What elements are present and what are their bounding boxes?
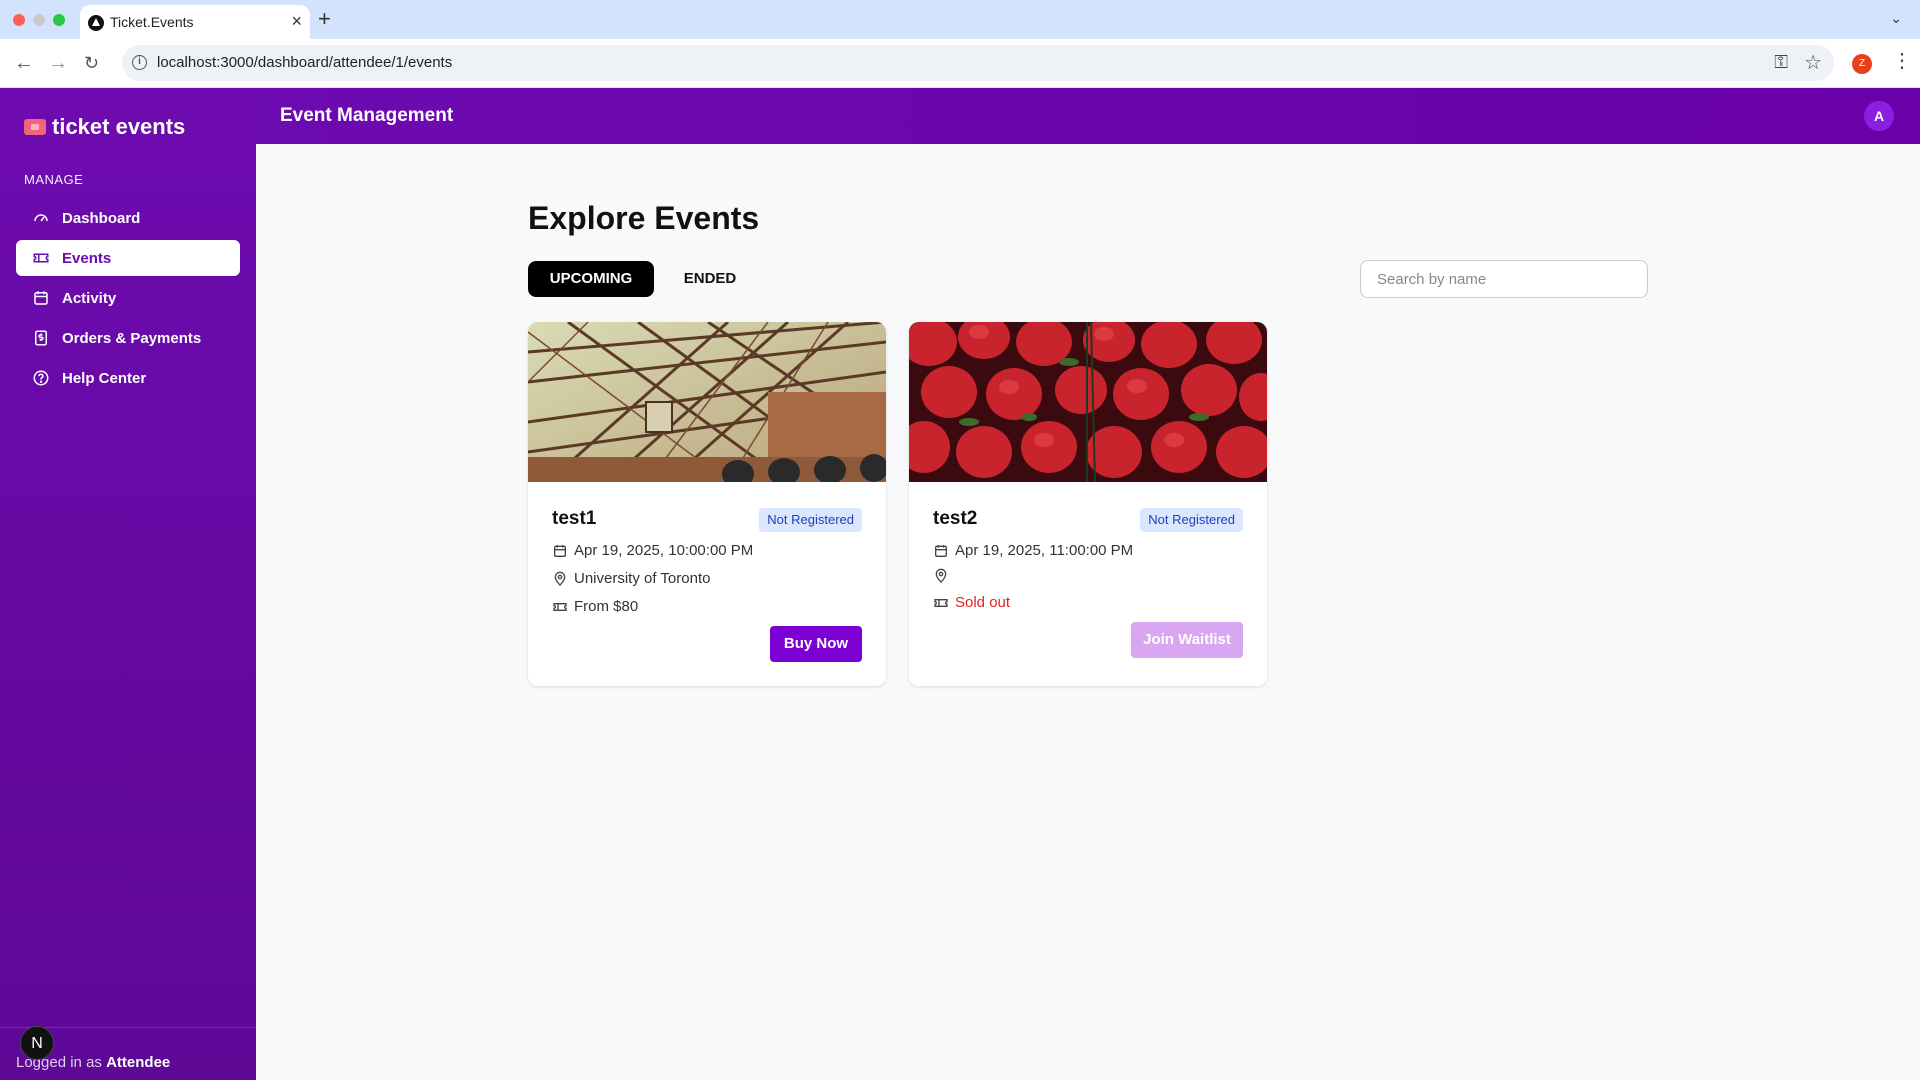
event-date-row: Apr 19, 2025, 10:00:00 PM	[552, 542, 753, 559]
section-label-manage: MANAGE	[24, 172, 84, 187]
tab-ended[interactable]: ENDED	[670, 261, 750, 297]
sidebar-item-label: Activity	[62, 289, 117, 307]
calendar-icon	[32, 289, 50, 307]
ticket-icon	[32, 249, 50, 267]
sold-out-label: Sold out	[955, 594, 1011, 611]
browser-toolbar: ← → ↻ i localhost:3000/dashboard/attende…	[0, 39, 1920, 88]
event-price: From $80	[574, 598, 639, 615]
event-image-strawberries	[909, 322, 1267, 482]
favicon-icon	[88, 15, 104, 31]
password-key-icon[interactable]: ⚿	[1774, 52, 1788, 73]
event-date: Apr 19, 2025, 11:00:00 PM	[955, 542, 1134, 559]
sidebar-item-label: Dashboard	[62, 209, 141, 227]
sidebar-item-label: Help Center	[62, 369, 147, 387]
sidebar-item-label: Events	[62, 249, 112, 267]
tab-close-icon[interactable]: ×	[291, 11, 302, 31]
logged-in-role: Attendee	[106, 1054, 171, 1071]
event-card[interactable]: test2 Not Registered Apr 19, 2025, 11:00…	[909, 322, 1267, 686]
sidebar-item-label: Orders & Payments	[62, 329, 202, 347]
app-header: Event Management A	[256, 88, 1920, 144]
event-image-steel-structure	[528, 322, 886, 482]
registration-status-badge: Not Registered	[1140, 508, 1243, 532]
map-pin-icon	[935, 568, 947, 583]
map-pin-icon	[554, 571, 566, 586]
brand-logo[interactable]: ticket events	[24, 114, 185, 140]
back-arrow-icon[interactable]: ←	[14, 51, 34, 75]
forward-arrow-icon[interactable]: →	[48, 51, 68, 75]
ticket-icon	[553, 602, 567, 611]
user-avatar[interactable]: A	[1864, 101, 1894, 131]
address-bar[interactable]: i localhost:3000/dashboard/attendee/1/ev…	[122, 45, 1834, 81]
site-info-icon[interactable]: i	[132, 55, 147, 70]
event-date: Apr 19, 2025, 10:00:00 PM	[574, 542, 754, 559]
event-location-row: University of Toronto	[552, 570, 710, 587]
event-title: test1	[552, 508, 597, 529]
page-title: Explore Events	[528, 200, 760, 236]
event-date-row: Apr 19, 2025, 11:00:00 PM	[933, 542, 1133, 559]
sidebar: ticket events MANAGE Dashboard Events Ac…	[0, 88, 256, 1080]
ticket-icon	[934, 598, 948, 607]
header-title: Event Management	[280, 105, 454, 126]
event-price-row: From $80	[552, 598, 638, 615]
profile-avatar[interactable]: Z	[1852, 54, 1872, 74]
dev-tools-badge[interactable]: N	[20, 1026, 54, 1060]
registration-status-badge: Not Registered	[759, 508, 862, 532]
event-card[interactable]: test1 Not Registered Apr 19, 2025, 10:00…	[528, 322, 886, 686]
brand-name: ticket events	[52, 114, 186, 139]
browser-tab[interactable]: Ticket.Events ×	[80, 5, 310, 39]
ticket-logo-icon	[24, 119, 46, 135]
new-tab-icon[interactable]: +	[318, 5, 331, 33]
sidebar-item-orders-payments[interactable]: Orders & Payments	[16, 320, 240, 356]
help-icon	[32, 369, 50, 387]
tab-upcoming[interactable]: UPCOMING	[528, 261, 654, 297]
bookmark-star-icon[interactable]: ☆	[1804, 50, 1822, 75]
url-text[interactable]: localhost:3000/dashboard/attendee/1/even…	[157, 54, 452, 71]
close-window-button[interactable]	[13, 14, 25, 26]
tab-search-chevron-icon[interactable]: ⌄	[1890, 10, 1902, 27]
receipt-icon	[32, 329, 50, 347]
browser-menu-icon[interactable]: ⋮	[1892, 49, 1912, 73]
event-price-row: Sold out	[933, 594, 1010, 611]
buy-now-button[interactable]: Buy Now	[770, 626, 862, 662]
gauge-icon	[32, 209, 50, 227]
event-location: University of Toronto	[574, 570, 711, 587]
sidebar-item-events[interactable]: Events	[16, 240, 240, 276]
sidebar-item-dashboard[interactable]: Dashboard	[16, 200, 240, 236]
maximize-window-button[interactable]	[53, 14, 65, 26]
event-title: test2	[933, 508, 978, 529]
join-waitlist-button[interactable]: Join Waitlist	[1131, 622, 1243, 658]
reload-icon[interactable]: ↻	[84, 51, 99, 75]
calendar-icon	[935, 544, 947, 557]
sidebar-item-help-center[interactable]: Help Center	[16, 360, 240, 396]
browser-tab-bar: Ticket.Events × + ⌄	[0, 0, 1920, 39]
calendar-icon	[554, 544, 566, 557]
minimize-window-button[interactable]	[33, 14, 45, 26]
event-location-row	[933, 568, 955, 584]
tab-title: Ticket.Events	[110, 14, 194, 30]
search-input[interactable]	[1360, 260, 1648, 298]
sidebar-item-activity[interactable]: Activity	[16, 280, 240, 316]
